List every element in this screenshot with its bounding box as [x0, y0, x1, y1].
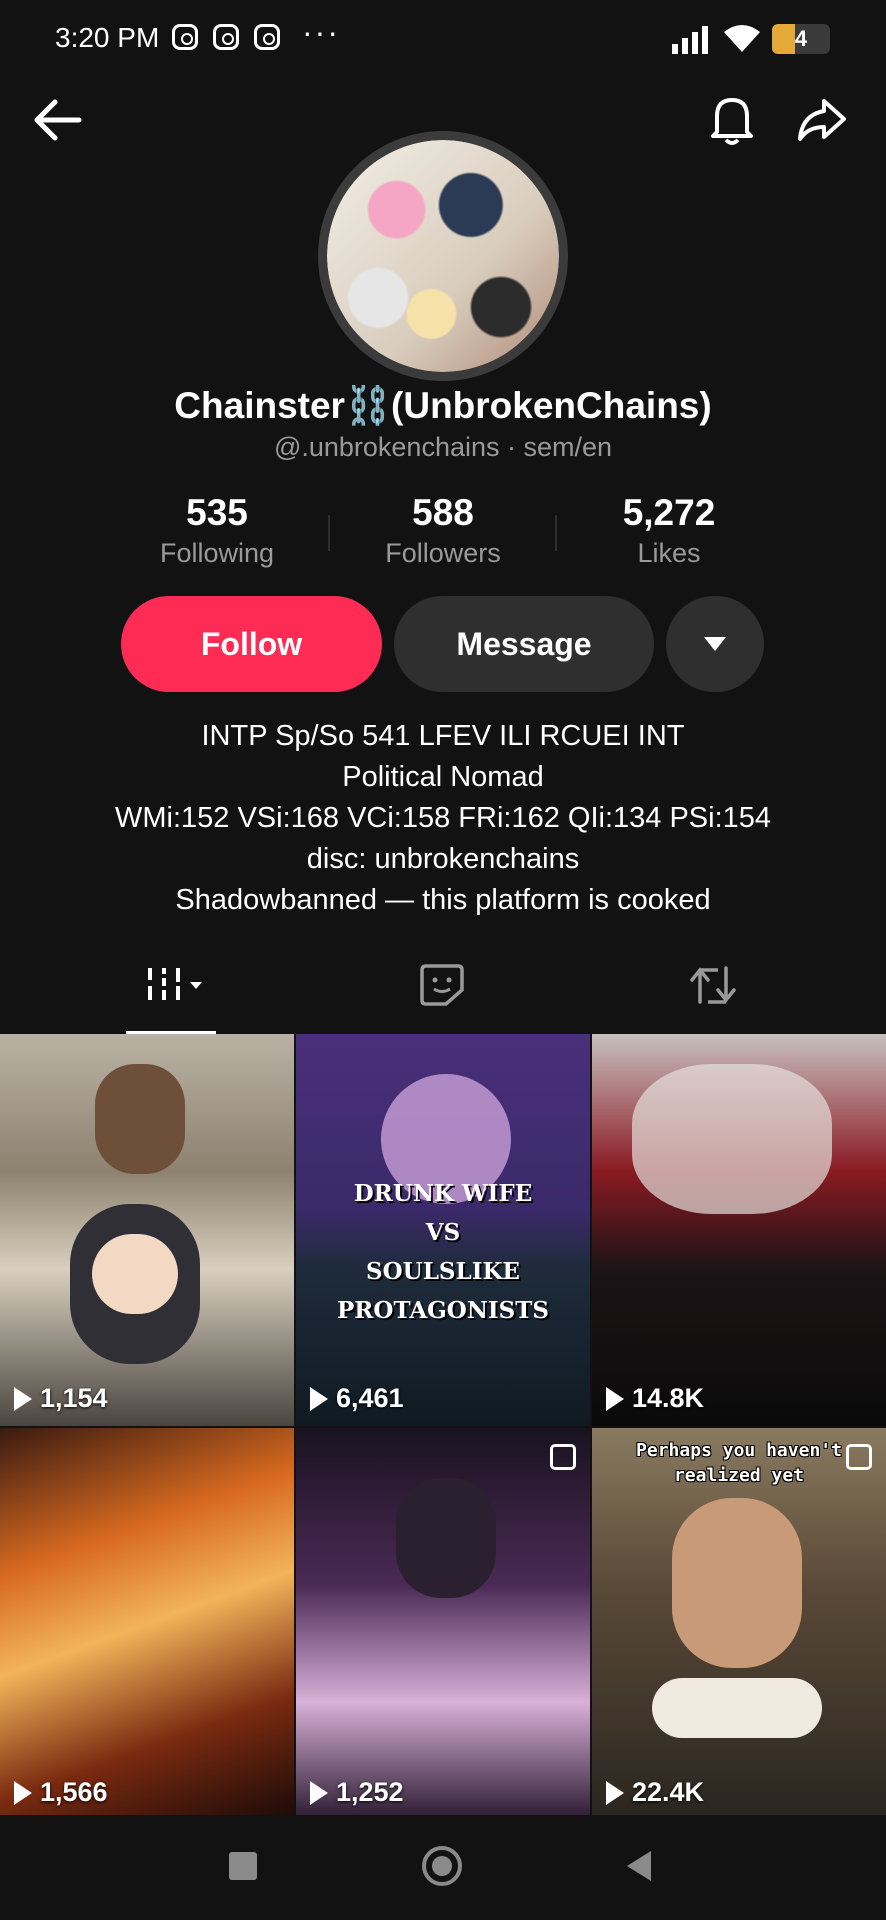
view-count: 14.8K [606, 1383, 704, 1414]
stat-followers[interactable]: 588 Followers [353, 492, 533, 569]
video-thumbnail[interactable]: 1,154 [0, 1034, 294, 1426]
bio-line: Shadowbanned — this platform is cooked [175, 884, 711, 916]
plush-face [92, 1234, 178, 1314]
follow-button[interactable]: Follow [121, 596, 382, 692]
stat-value: 588 [412, 492, 474, 533]
more-options-dropdown[interactable] [666, 596, 764, 692]
video-thumbnail[interactable]: Perhaps you haven't realized yet 22.4K [592, 1428, 886, 1820]
videos-grid-icon [148, 968, 202, 1000]
stat-following[interactable]: 535 Following [127, 492, 307, 569]
bell-icon [711, 98, 753, 145]
play-icon [310, 1386, 328, 1411]
tab-liked[interactable] [418, 962, 466, 1013]
signal-icon [672, 26, 708, 54]
play-icon [606, 1780, 624, 1805]
instagram-icon [213, 24, 239, 50]
share-arrow-icon [798, 99, 846, 141]
thumbnail-caption: Perhaps you haven't realized yet [636, 1440, 842, 1486]
play-icon [606, 1386, 624, 1411]
creature-figure [632, 1064, 832, 1214]
instagram-icon [254, 24, 280, 50]
video-thumbnail[interactable]: 14.8K [592, 1034, 886, 1426]
play-icon [310, 1780, 328, 1805]
status-time: 3:20 PM [55, 22, 160, 53]
video-thumbnail[interactable]: 1,252 [296, 1428, 590, 1820]
stat-value: 5,272 [622, 492, 716, 533]
system-navigation-bar [0, 1815, 886, 1920]
pinned-collection-icon [550, 1444, 576, 1470]
instagram-icon [172, 24, 198, 50]
stat-divider [328, 515, 330, 551]
play-icon [14, 1386, 32, 1411]
back-nav-button[interactable] [625, 1849, 655, 1883]
notification-bell-button[interactable] [702, 90, 762, 150]
view-count: 1,154 [14, 1383, 108, 1414]
share-button[interactable] [792, 90, 852, 150]
tab-videos[interactable] [140, 960, 210, 1013]
stat-value: 535 [186, 492, 248, 533]
message-button[interactable]: Message [394, 596, 654, 692]
portrait-face [672, 1498, 802, 1668]
thumbnail-caption: DRUNK WIFE VS SOULSLIKE PROTAGONISTS [337, 1180, 549, 1324]
arrow-left-icon [34, 99, 82, 141]
battery-indicator: 4 [772, 24, 830, 54]
stat-divider [555, 515, 557, 551]
profile-avatar[interactable] [318, 131, 568, 381]
bio-line: disc: unbrokenchains [306, 843, 580, 875]
home-button[interactable] [422, 1846, 462, 1886]
bio-line: WMi:152 VSi:168 VCi:158 FRi:162 QIi:134 … [114, 802, 772, 834]
tab-reposts[interactable] [688, 962, 738, 1013]
more-notifications-icon: ··· [302, 14, 340, 50]
stat-label: Likes [637, 538, 701, 568]
video-thumbnail[interactable]: 1,566 [0, 1428, 294, 1820]
bio-line: Political Nomad [342, 761, 544, 793]
liked-icon [420, 964, 464, 1006]
video-thumbnail[interactable]: DRUNK WIFE VS SOULSLIKE PROTAGONISTS 6,4… [296, 1034, 590, 1426]
status-bar: 3:20 PM ··· 4 [0, 0, 886, 78]
view-count: 1,252 [310, 1777, 404, 1808]
wifi-icon [724, 25, 760, 52]
character-head [396, 1478, 496, 1598]
repost-icon [690, 966, 736, 1004]
view-count: 22.4K [606, 1777, 704, 1808]
stat-label: Following [159, 538, 275, 568]
profile-handle: @.unbrokenchains · sem/en [273, 432, 613, 462]
portrait-collar [652, 1678, 822, 1738]
caret-down-icon [704, 637, 726, 651]
back-button[interactable] [28, 90, 88, 150]
person-face [95, 1064, 185, 1174]
bio-line: INTP Sp/So 541 LFEV ILI RCUEI INT [201, 720, 685, 752]
pinned-collection-icon [846, 1444, 872, 1470]
avatar-image [327, 140, 559, 372]
profile-display-name: Chainster⛓️(UnbrokenChains) [174, 385, 712, 426]
recents-button[interactable] [229, 1852, 257, 1880]
stat-likes: 5,272 Likes [579, 492, 759, 569]
stat-label: Followers [385, 538, 501, 568]
view-count: 6,461 [310, 1383, 404, 1414]
view-count: 1,566 [14, 1777, 108, 1808]
play-icon [14, 1780, 32, 1805]
